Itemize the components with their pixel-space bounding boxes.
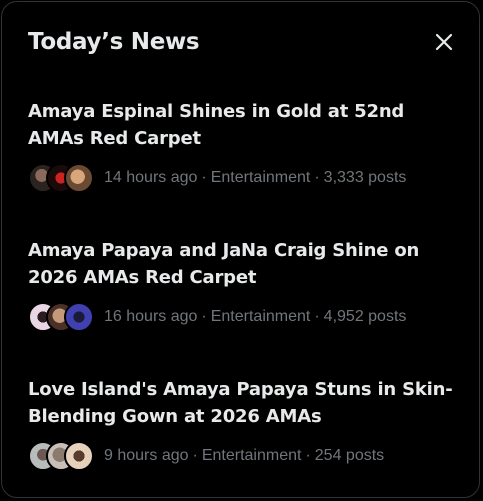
news-item[interactable]: Love Island's Amaya Papaya Stuns in Skin… bbox=[28, 376, 453, 472]
news-item[interactable]: Amaya Espinal Shines in Gold at 52nd AMA… bbox=[28, 98, 453, 194]
news-meta: 9 hours ago · Entertainment · 254 posts bbox=[104, 447, 385, 464]
news-category: Entertainment bbox=[210, 169, 311, 186]
news-meta: 14 hours ago · Entertainment · 3,333 posts bbox=[104, 169, 407, 186]
news-headline[interactable]: Love Island's Amaya Papaya Stuns in Skin… bbox=[28, 376, 453, 430]
avatar bbox=[64, 163, 94, 193]
news-time: 16 hours ago bbox=[104, 308, 198, 325]
news-time: 9 hours ago bbox=[104, 447, 189, 464]
news-headline[interactable]: Amaya Papaya and JaNa Craig Shine on 202… bbox=[28, 237, 453, 291]
news-time: 14 hours ago bbox=[104, 169, 198, 186]
news-post-count: 254 posts bbox=[314, 447, 385, 464]
todays-news-panel: Today’s News Amaya Espinal Shines in Gol… bbox=[1, 1, 480, 498]
close-icon bbox=[435, 33, 453, 51]
panel-title: Today’s News bbox=[28, 29, 200, 55]
avatar bbox=[64, 441, 94, 471]
avatar-group bbox=[28, 163, 94, 193]
news-category: Entertainment bbox=[210, 308, 311, 325]
news-meta: 16 hours ago · Entertainment · 4,952 posts bbox=[104, 308, 407, 325]
news-item[interactable]: Amaya Papaya and JaNa Craig Shine on 202… bbox=[28, 237, 453, 333]
news-meta-row: 16 hours ago · Entertainment · 4,952 posts bbox=[28, 301, 453, 333]
news-headline[interactable]: Amaya Espinal Shines in Gold at 52nd AMA… bbox=[28, 98, 453, 152]
news-category: Entertainment bbox=[201, 447, 302, 464]
avatar bbox=[64, 302, 94, 332]
panel-header: Today’s News bbox=[28, 24, 453, 60]
news-post-count: 3,333 posts bbox=[323, 169, 407, 186]
news-meta-row: 14 hours ago · Entertainment · 3,333 posts bbox=[28, 162, 453, 194]
avatar-group bbox=[28, 302, 94, 332]
news-meta-row: 9 hours ago · Entertainment · 254 posts bbox=[28, 440, 453, 472]
avatar-group bbox=[28, 441, 94, 471]
close-button[interactable] bbox=[427, 25, 461, 59]
news-post-count: 4,952 posts bbox=[323, 308, 407, 325]
